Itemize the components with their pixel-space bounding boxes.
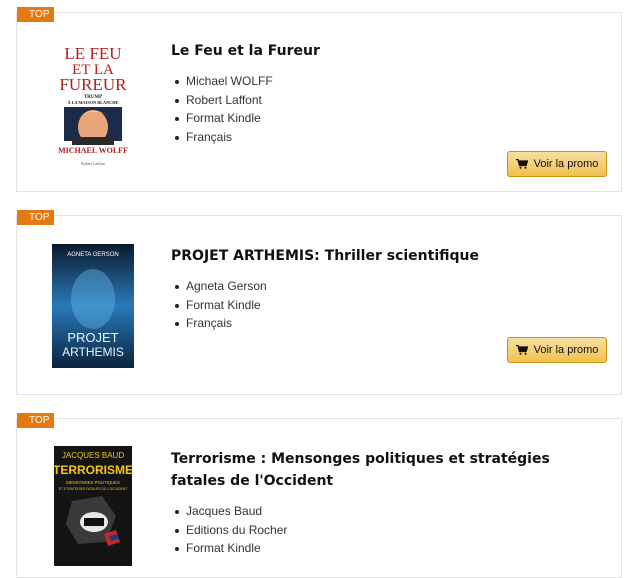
rank-badge: TOP 3 (17, 413, 54, 441)
promo-button-label: Voir la promo (533, 158, 599, 170)
promo-button[interactable]: Voir la promo (507, 337, 607, 363)
book-cover-terrorisme[interactable]: JACQUES BAUD TERRORISME MENSONGES POLITI… (54, 446, 132, 566)
shopping-cart-icon (515, 159, 528, 169)
cover-title-line1: PROJET (67, 330, 118, 345)
product-title[interactable]: Le Feu et la Fureur (171, 40, 591, 62)
cover-subtitle2: À LA MAISON BLANCHE (68, 100, 119, 105)
promo-button-label: Voir la promo (533, 344, 599, 356)
cover-author: MICHAEL WOLFF (58, 146, 128, 155)
meta-language: Français (171, 314, 267, 333)
promo-button[interactable]: Voir la promo (507, 151, 607, 177)
product-meta-list: Agneta Gerson Format Kindle Français (171, 277, 267, 333)
product-meta-list: Jacques Baud Editions du Rocher Format K… (171, 502, 287, 558)
cover-subtitle1: MENSONGES POLITIQUES (66, 480, 120, 485)
book-cover-projet-arthemis[interactable]: AGNETA GERSON PROJET ARTHEMIS (52, 244, 134, 368)
product-title[interactable]: PROJET ARTHEMIS: Thriller scientifique (171, 245, 591, 267)
cover-author: JACQUES BAUD (62, 451, 124, 460)
product-card-1: TOP 1 LE FEU ET LA FUREUR TRUMP À LA MAI… (16, 7, 622, 192)
product-card-2: TOP 2 AGNETA GERSON PROJET ARTHEMIS PROJ… (16, 210, 622, 395)
meta-format: Format Kindle (171, 109, 273, 128)
cover-title: TERRORISME (54, 463, 132, 477)
meta-language: Français (171, 128, 273, 147)
product-card-3: TOP 3 JACQUES BAUD TERRORISME MENSONGES … (16, 413, 622, 578)
meta-author: Michael WOLFF (171, 72, 273, 91)
cover-title-line2: ARTHEMIS (62, 345, 124, 359)
cover-title-line1: LE FEU (64, 44, 121, 63)
shopping-cart-icon (515, 345, 528, 355)
meta-format: Format Kindle (171, 296, 267, 315)
meta-format: Format Kindle (171, 539, 287, 558)
rank-badge: TOP 2 (17, 210, 54, 238)
book-cover-le-feu[interactable]: LE FEU ET LA FUREUR TRUMP À LA MAISON BL… (52, 41, 134, 169)
cover-title-line3: FUREUR (59, 75, 127, 94)
cover-publisher: Robert Laffont (81, 161, 106, 166)
meta-author: Agneta Gerson (171, 277, 267, 296)
cover-author: AGNETA GERSON (67, 252, 119, 258)
meta-publisher: Robert Laffont (171, 91, 273, 110)
meta-publisher: Editions du Rocher (171, 521, 287, 540)
rank-badge: TOP 1 (17, 7, 54, 35)
cover-subtitle2: ET STRATÉGIES FATALES DE L'OCCIDENT (59, 486, 128, 491)
meta-author: Jacques Baud (171, 502, 287, 521)
product-title[interactable]: Terrorisme : Mensonges politiques et str… (171, 448, 591, 492)
product-meta-list: Michael WOLFF Robert Laffont Format Kind… (171, 72, 273, 147)
